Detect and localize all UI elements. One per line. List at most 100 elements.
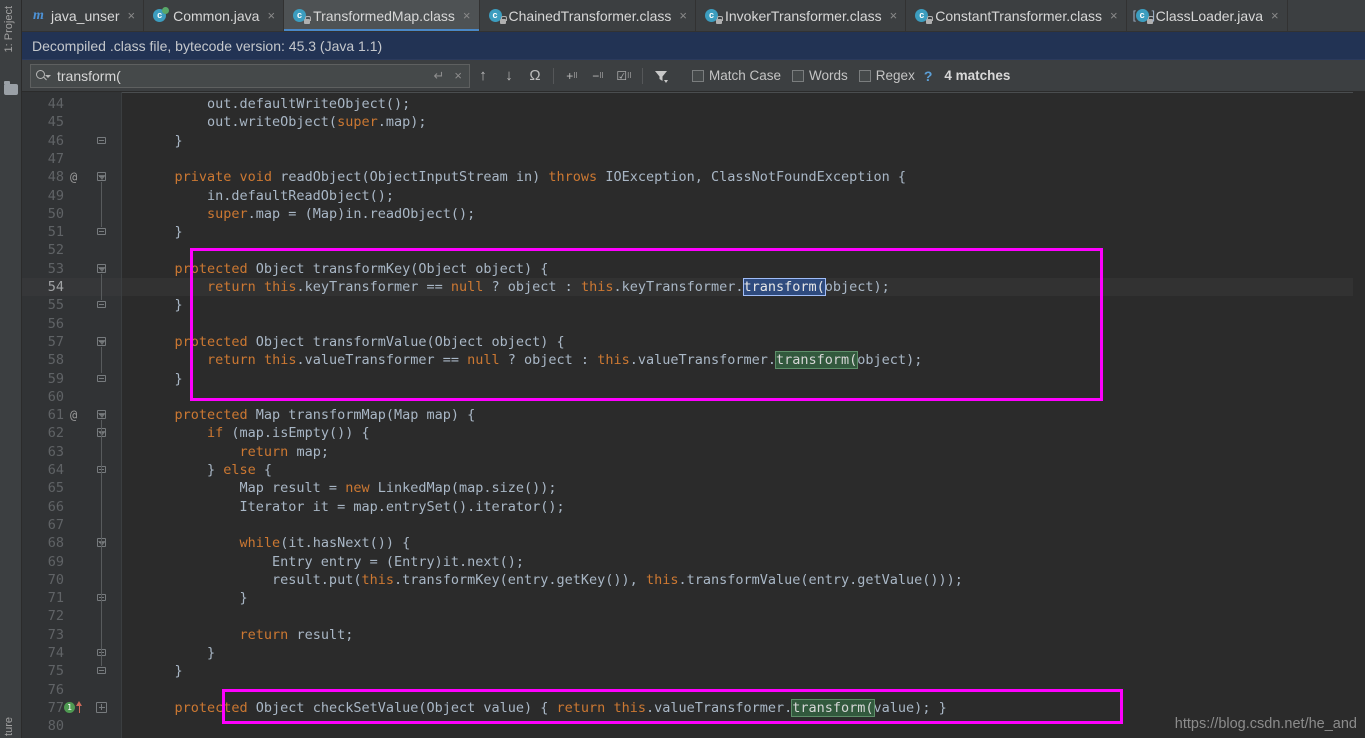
find-previous-button[interactable]: ↑: [471, 64, 495, 88]
line-number[interactable]: 50: [22, 205, 122, 223]
code-line[interactable]: [122, 607, 1365, 625]
editor-scrollbar[interactable]: [1353, 92, 1365, 738]
code-line[interactable]: return this.valueTransformer == null ? o…: [122, 351, 1365, 370]
code-line[interactable]: } else {: [122, 461, 1365, 479]
code-line[interactable]: Map result = new LinkedMap(map.size());: [122, 479, 1365, 497]
code-editor[interactable]: 44 45 46 47 48 @49 50 51 52 53 54 55 56 57 58 59 60 61 @62…: [22, 92, 1365, 738]
code-line[interactable]: Iterator it = map.entrySet().iterator();: [122, 498, 1365, 516]
close-icon[interactable]: ×: [1110, 9, 1118, 22]
tab-chainedtransformer-class[interactable]: ChainedTransformer.class ×: [479, 0, 696, 31]
editor-gutter[interactable]: 44 45 46 47 48 @49 50 51 52 53 54 55 56 57 58 59 60 61 @62…: [22, 92, 122, 738]
line-number[interactable]: 74: [22, 644, 122, 662]
find-next-button[interactable]: ↓: [497, 64, 521, 88]
code-line[interactable]: }: [122, 589, 1365, 607]
line-number[interactable]: 53: [22, 260, 122, 278]
line-number[interactable]: 66: [22, 498, 122, 516]
fold-region-end-icon[interactable]: [97, 136, 106, 144]
tab-common-java[interactable]: Common.java ×: [144, 0, 285, 31]
checkbox-box[interactable]: [858, 69, 871, 82]
line-number[interactable]: 51: [22, 223, 122, 241]
fold-collapse-icon[interactable]: [97, 336, 106, 346]
code-line[interactable]: [122, 388, 1365, 406]
code-line[interactable]: protected Object transformKey(Object obj…: [122, 260, 1365, 278]
code-line[interactable]: private void readObject(ObjectInputStrea…: [122, 168, 1365, 186]
match-case-checkbox[interactable]: Match Case: [692, 68, 781, 83]
fold-region-end-icon[interactable]: [97, 301, 106, 309]
fold-collapse-icon[interactable]: [97, 172, 106, 182]
search-input-value[interactable]: transform(: [54, 68, 427, 84]
line-number[interactable]: 61 @: [22, 406, 122, 424]
line-number[interactable]: 64: [22, 461, 122, 479]
fold-collapse-icon[interactable]: [97, 410, 106, 420]
sidebar-item-structure[interactable]: ture: [3, 717, 15, 736]
line-number[interactable]: 57: [22, 333, 122, 351]
code-line[interactable]: return result;: [122, 626, 1365, 644]
code-line[interactable]: [122, 315, 1365, 333]
implemented-method-icon[interactable]: 1: [64, 701, 75, 713]
line-number[interactable]: 58: [22, 351, 122, 369]
line-number[interactable]: 47: [22, 150, 122, 168]
tab-invokertransformer-class[interactable]: InvokerTransformer.class ×: [696, 0, 907, 31]
code-line[interactable]: }: [122, 644, 1365, 662]
line-number[interactable]: 55: [22, 296, 122, 314]
line-number[interactable]: 80: [22, 717, 122, 735]
code-line[interactable]: [122, 516, 1365, 534]
line-number[interactable]: 63: [22, 443, 122, 461]
line-number[interactable]: 76: [22, 681, 122, 699]
code-line[interactable]: }: [122, 370, 1365, 388]
fold-expand-icon[interactable]: [96, 701, 107, 713]
regex-checkbox[interactable]: Regex: [858, 68, 915, 83]
close-icon[interactable]: ×: [128, 9, 136, 22]
annotation-marker-icon[interactable]: @: [70, 406, 77, 424]
remove-occurrence-button[interactable]: − II: [586, 64, 610, 88]
tab-constanttransformer-class[interactable]: ConstantTransformer.class ×: [906, 0, 1127, 31]
close-icon[interactable]: ×: [890, 9, 898, 22]
code-line[interactable]: return this.keyTransformer == null ? obj…: [122, 278, 1365, 296]
fold-collapse-icon[interactable]: [97, 263, 106, 273]
fold-region-end-icon[interactable]: [97, 228, 106, 236]
close-icon[interactable]: ×: [679, 9, 687, 22]
search-input[interactable]: transform( ↵ ×: [30, 63, 470, 88]
line-number[interactable]: 73: [22, 626, 122, 644]
clear-search-icon[interactable]: ×: [451, 69, 465, 82]
line-number[interactable]: 52: [22, 241, 122, 259]
close-icon[interactable]: ×: [267, 9, 275, 22]
code-line[interactable]: Entry entry = (Entry)it.next();: [122, 553, 1365, 571]
line-number[interactable]: 45: [22, 113, 122, 131]
line-number[interactable]: 44: [22, 95, 122, 113]
code-line[interactable]: return map;: [122, 443, 1365, 461]
line-number[interactable]: 49: [22, 187, 122, 205]
code-line[interactable]: in.defaultReadObject();: [122, 187, 1365, 205]
code-line[interactable]: super.map = (Map)in.readObject();: [122, 205, 1365, 223]
regex-help-icon[interactable]: ?: [924, 68, 933, 84]
annotation-marker-icon[interactable]: @: [70, 168, 77, 186]
code-line[interactable]: protected Object checkSetValue(Object va…: [122, 698, 1365, 717]
line-number[interactable]: 62: [22, 424, 122, 442]
tab-classloader-java[interactable]: [] ClassLoader.java ×: [1126, 0, 1288, 31]
code-line[interactable]: protected Map transformMap(Map map) {: [122, 406, 1365, 424]
line-number[interactable]: 69: [22, 553, 122, 571]
line-number[interactable]: 56: [22, 315, 122, 333]
add-occurrence-button[interactable]: + II: [560, 64, 584, 88]
code-line[interactable]: }: [122, 223, 1365, 241]
code-line[interactable]: if (map.isEmpty()) {: [122, 424, 1365, 442]
tab-java_unser[interactable]: m java_unser ×: [22, 0, 145, 31]
code-line[interactable]: result.put(this.transformKey(entry.getKe…: [122, 571, 1365, 589]
line-number[interactable]: 48 @: [22, 168, 122, 186]
code-line[interactable]: [122, 150, 1365, 168]
fold-region-end-icon[interactable]: [97, 667, 106, 675]
line-number[interactable]: 60: [22, 388, 122, 406]
code-line[interactable]: while(it.hasNext()) {: [122, 534, 1365, 552]
override-marker-line-77[interactable]: 1: [64, 699, 88, 717]
sidebar-item-project[interactable]: 1: Project: [3, 6, 15, 52]
select-all-occurrences-multi-button[interactable]: ☑ II: [612, 64, 636, 88]
code-line[interactable]: [122, 241, 1365, 259]
line-number[interactable]: 71: [22, 589, 122, 607]
tab-transformedmap-class[interactable]: TransformedMap.class ×: [284, 0, 480, 31]
line-number[interactable]: 54: [22, 278, 122, 296]
code-line[interactable]: out.writeObject(super.map);: [122, 113, 1365, 131]
words-checkbox[interactable]: Words: [792, 68, 848, 83]
fold-region-end-icon[interactable]: [97, 374, 106, 382]
line-number[interactable]: 59: [22, 370, 122, 388]
checkbox-box[interactable]: [792, 69, 805, 82]
